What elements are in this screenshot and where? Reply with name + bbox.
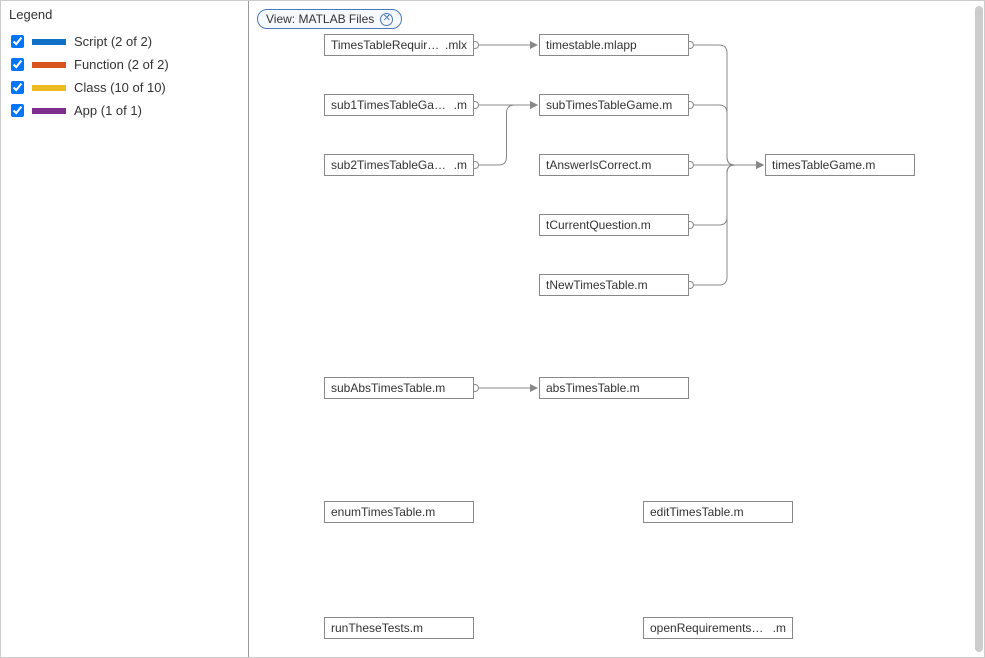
- legend-title: Legend: [9, 5, 240, 24]
- app-container: Legend Script (2 of 2) Function (2 of 2)…: [0, 0, 985, 658]
- node-label: sub1TimesTableGa…: [331, 98, 450, 112]
- scrollbar-vertical[interactable]: [975, 6, 983, 652]
- legend-checkbox[interactable]: [11, 35, 24, 48]
- graph-node[interactable]: tNewTimesTable.m: [539, 274, 689, 296]
- legend-item[interactable]: Script (2 of 2): [9, 30, 240, 53]
- graph-node[interactable]: enumTimesTable.m: [324, 501, 474, 523]
- node-label: subAbsTimesTable.m: [331, 381, 467, 395]
- node-type-bar: [539, 274, 689, 275]
- node-label: sub2TimesTableGa…: [331, 158, 450, 172]
- legend-checkbox[interactable]: [11, 58, 24, 71]
- node-type-bar: [539, 214, 689, 215]
- view-filter-chip[interactable]: View: MATLAB Files ✕: [257, 9, 402, 29]
- node-label: subTimesTableGame.m: [546, 98, 682, 112]
- node-type-bar: [643, 501, 793, 502]
- graph-node[interactable]: timesTableGame.m: [765, 154, 915, 176]
- graph-node[interactable]: runTheseTests.m: [324, 617, 474, 639]
- dependency-graph-canvas[interactable]: View: MATLAB Files ✕ TimesTableRequir… .…: [249, 1, 984, 657]
- legend-checkbox[interactable]: [11, 104, 24, 117]
- node-type-bar: [539, 377, 689, 378]
- node-ext: .mlx: [445, 38, 467, 52]
- node-ext: .m: [454, 158, 467, 172]
- graph-node[interactable]: timestable.mlapp: [539, 34, 689, 56]
- legend-color-swatch: [32, 85, 66, 91]
- node-type-bar: [324, 94, 474, 95]
- close-icon[interactable]: ✕: [380, 13, 393, 26]
- node-type-bar: [539, 154, 689, 155]
- node-label: TimesTableRequir…: [331, 38, 441, 52]
- node-label: runTheseTests.m: [331, 621, 467, 635]
- node-label: tNewTimesTable.m: [546, 278, 682, 292]
- graph-node[interactable]: tAnswerIsCorrect.m: [539, 154, 689, 176]
- node-label: tAnswerIsCorrect.m: [546, 158, 682, 172]
- node-type-bar: [324, 34, 474, 35]
- legend-item-label: Class (10 of 10): [74, 80, 166, 95]
- view-filter-label: View: MATLAB Files: [266, 12, 374, 26]
- node-label: openRequirements…: [650, 621, 769, 635]
- node-type-bar: [324, 501, 474, 502]
- legend-checkbox[interactable]: [11, 81, 24, 94]
- legend-item-label: Script (2 of 2): [74, 34, 152, 49]
- graph-node[interactable]: sub2TimesTableGa… .m: [324, 154, 474, 176]
- node-type-bar: [539, 34, 689, 35]
- node-type-bar: [324, 377, 474, 378]
- node-type-bar: [539, 94, 689, 95]
- legend-color-swatch: [32, 62, 66, 68]
- graph-node[interactable]: openRequirements… .m: [643, 617, 793, 639]
- node-type-bar: [324, 617, 474, 618]
- graph-node[interactable]: subTimesTableGame.m: [539, 94, 689, 116]
- graph-node[interactable]: sub1TimesTableGa… .m: [324, 94, 474, 116]
- legend-item[interactable]: App (1 of 1): [9, 99, 240, 122]
- node-ext: .m: [454, 98, 467, 112]
- node-label: editTimesTable.m: [650, 505, 786, 519]
- node-label: timestable.mlapp: [546, 38, 682, 52]
- node-label: enumTimesTable.m: [331, 505, 467, 519]
- legend-item-label: Function (2 of 2): [74, 57, 169, 72]
- legend-item-label: App (1 of 1): [74, 103, 142, 118]
- node-label: timesTableGame.m: [772, 158, 908, 172]
- legend-item[interactable]: Function (2 of 2): [9, 53, 240, 76]
- graph-node[interactable]: absTimesTable.m: [539, 377, 689, 399]
- node-ext: .m: [773, 621, 786, 635]
- node-type-bar: [765, 154, 915, 155]
- legend-panel: Legend Script (2 of 2) Function (2 of 2)…: [1, 1, 249, 657]
- graph-node[interactable]: subAbsTimesTable.m: [324, 377, 474, 399]
- graph-node[interactable]: editTimesTable.m: [643, 501, 793, 523]
- legend-color-swatch: [32, 108, 66, 114]
- legend-color-swatch: [32, 39, 66, 45]
- graph-node[interactable]: TimesTableRequir… .mlx: [324, 34, 474, 56]
- node-type-bar: [643, 617, 793, 618]
- node-type-bar: [324, 154, 474, 155]
- graph-node[interactable]: tCurrentQuestion.m: [539, 214, 689, 236]
- node-label: tCurrentQuestion.m: [546, 218, 682, 232]
- node-label: absTimesTable.m: [546, 381, 682, 395]
- legend-item[interactable]: Class (10 of 10): [9, 76, 240, 99]
